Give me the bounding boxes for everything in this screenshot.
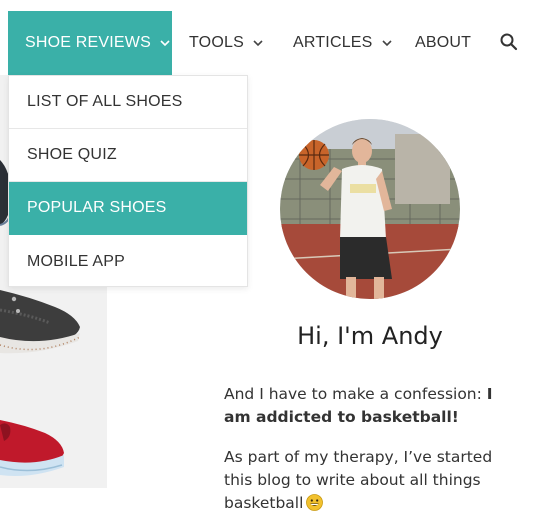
- intro-text: And I have to make a confession:: [224, 385, 487, 403]
- nav-about[interactable]: ABOUT: [415, 11, 471, 75]
- grinning-face-emoji: [306, 494, 324, 511]
- nav-tools-label: TOOLS: [189, 34, 244, 51]
- chevron-down-icon: [252, 37, 264, 49]
- dropdown-item-mobile-app[interactable]: MOBILE APP: [9, 235, 247, 288]
- dropdown-item-label: LIST OF ALL SHOES: [27, 93, 183, 110]
- nav-tools[interactable]: TOOLS: [189, 11, 264, 75]
- shoe-reviews-dropdown: LIST OF ALL SHOES SHOE QUIZ POPULAR SHOE…: [8, 75, 248, 287]
- dropdown-item-label: MOBILE APP: [27, 252, 126, 270]
- nav-shoe-reviews[interactable]: SHOE REVIEWS: [8, 11, 172, 75]
- dropdown-item-label: POPULAR SHOES: [27, 199, 167, 216]
- intro-paragraph: And I have to make a confession: I am ad…: [224, 383, 524, 429]
- greeting-heading: Hi, I'm Andy: [297, 322, 443, 350]
- dropdown-item-label: SHOE QUIZ: [27, 146, 117, 163]
- nav-shoe-reviews-label: SHOE REVIEWS: [25, 34, 151, 51]
- dropdown-item-list-of-all-shoes[interactable]: LIST OF ALL SHOES: [9, 76, 247, 129]
- dropdown-item-popular-shoes[interactable]: POPULAR SHOES: [9, 182, 247, 235]
- main-navigation: SHOE REVIEWS TOOLS ARTICLES ABOUT: [0, 0, 540, 75]
- author-avatar: [280, 119, 460, 299]
- dropdown-item-shoe-quiz[interactable]: SHOE QUIZ: [9, 129, 247, 182]
- chevron-down-icon: [159, 37, 171, 49]
- therapy-text: As part of my therapy, I’ve started this…: [224, 448, 493, 512]
- search-icon[interactable]: [498, 31, 520, 53]
- therapy-paragraph: As part of my therapy, I’ve started this…: [224, 446, 524, 515]
- nav-articles-label: ARTICLES: [293, 34, 373, 51]
- nav-articles[interactable]: ARTICLES: [293, 11, 393, 75]
- chevron-down-icon: [381, 37, 393, 49]
- nav-about-label: ABOUT: [415, 34, 472, 51]
